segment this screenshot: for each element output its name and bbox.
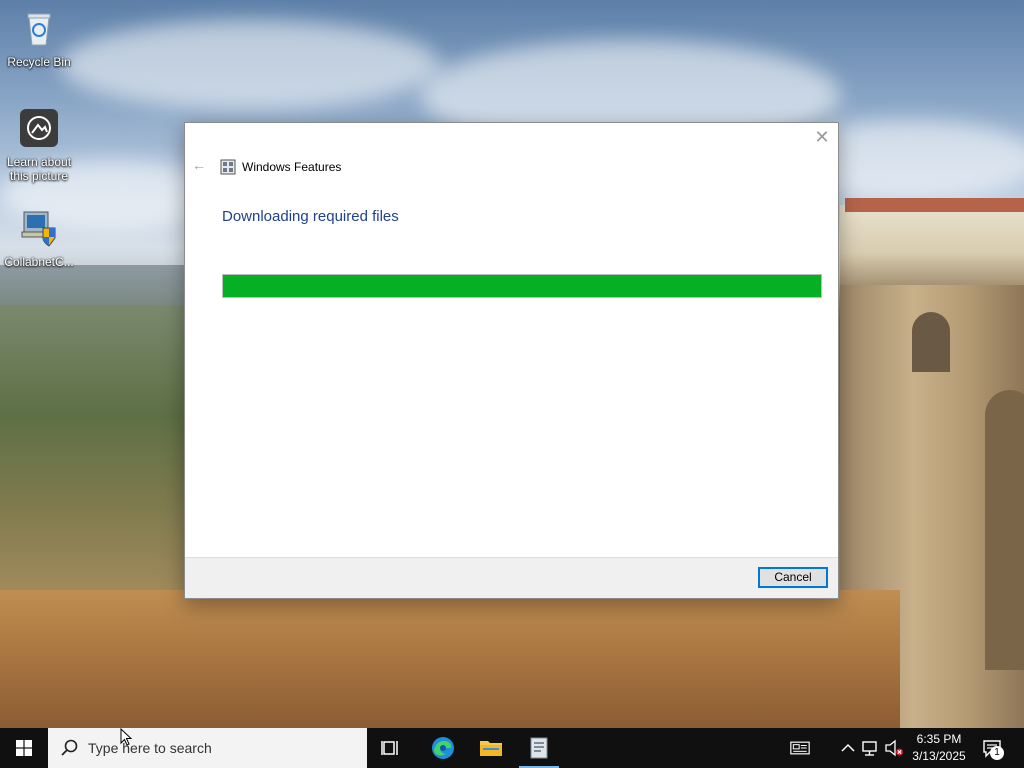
clock-time: 6:35 PM <box>916 732 962 746</box>
camera-icon <box>20 109 58 147</box>
folder-icon <box>480 741 502 756</box>
volume-muted-icon[interactable] <box>884 738 904 758</box>
taskbar-search-box[interactable]: Type here to search <box>48 728 367 768</box>
news-and-interests-icon[interactable] <box>790 738 810 758</box>
edge-icon <box>432 737 454 759</box>
taskbar: Type here to search 6:35 PM 3/13/2025 1 <box>0 728 1024 768</box>
dialog-footer: Cancel <box>185 557 838 598</box>
windows-features-dialog: ✕ ← Windows Features Downloading require… <box>184 122 839 599</box>
network-icon[interactable] <box>860 738 880 758</box>
search-placeholder: Type here to search <box>88 740 212 756</box>
recycle-bin-icon <box>27 13 51 46</box>
windows-logo-icon <box>16 740 32 756</box>
desktop-icon-learn-about-picture[interactable]: Learn about this picture <box>1 108 77 183</box>
clock-date: 3/13/2025 <box>912 749 966 763</box>
desktop-icon-recycle-bin[interactable]: Recycle Bin <box>1 8 77 69</box>
cancel-button[interactable]: Cancel <box>758 567 828 588</box>
download-progress-bar <box>222 274 822 298</box>
search-icon <box>61 739 78 756</box>
wallpaper-town <box>840 205 1024 285</box>
wallpaper-hills <box>0 265 184 305</box>
setup-shield-icon <box>21 211 56 247</box>
progress-fill <box>223 275 821 297</box>
windows-features-taskbar-button[interactable] <box>515 728 563 768</box>
chevron-up-icon[interactable] <box>838 738 858 758</box>
back-button[interactable]: ← <box>191 157 207 173</box>
system-clock[interactable]: 6:35 PM 3/13/2025 <box>906 731 972 765</box>
mouse-cursor-icon <box>120 728 132 746</box>
dialog-title: Windows Features <box>242 160 342 174</box>
wallpaper-cloud <box>60 20 440 110</box>
edge-button[interactable] <box>419 728 467 768</box>
wallpaper-arch <box>912 312 950 372</box>
task-view-button[interactable] <box>367 728 415 768</box>
wallpaper-arch <box>985 390 1024 670</box>
windows-features-icon <box>220 159 236 175</box>
wallpaper-valley <box>0 300 184 590</box>
desktop-icon-label: CollabnetC... <box>4 255 74 269</box>
desktop-icon-label: Recycle Bin <box>7 55 71 69</box>
close-button[interactable]: ✕ <box>812 127 832 147</box>
wallpaper-cliff <box>0 590 900 728</box>
file-explorer-button[interactable] <box>467 728 515 768</box>
wallpaper-roofs <box>845 198 1024 212</box>
windows-features-icon <box>530 737 548 759</box>
task-view-icon <box>381 741 398 755</box>
notification-count-badge: 1 <box>990 746 1004 760</box>
start-button[interactable] <box>0 728 48 768</box>
desktop-icon-collabnet[interactable]: CollabnetC... <box>1 208 77 269</box>
dialog-heading: Downloading required files <box>222 208 399 225</box>
desktop-icon-label: Learn about this picture <box>6 155 72 183</box>
